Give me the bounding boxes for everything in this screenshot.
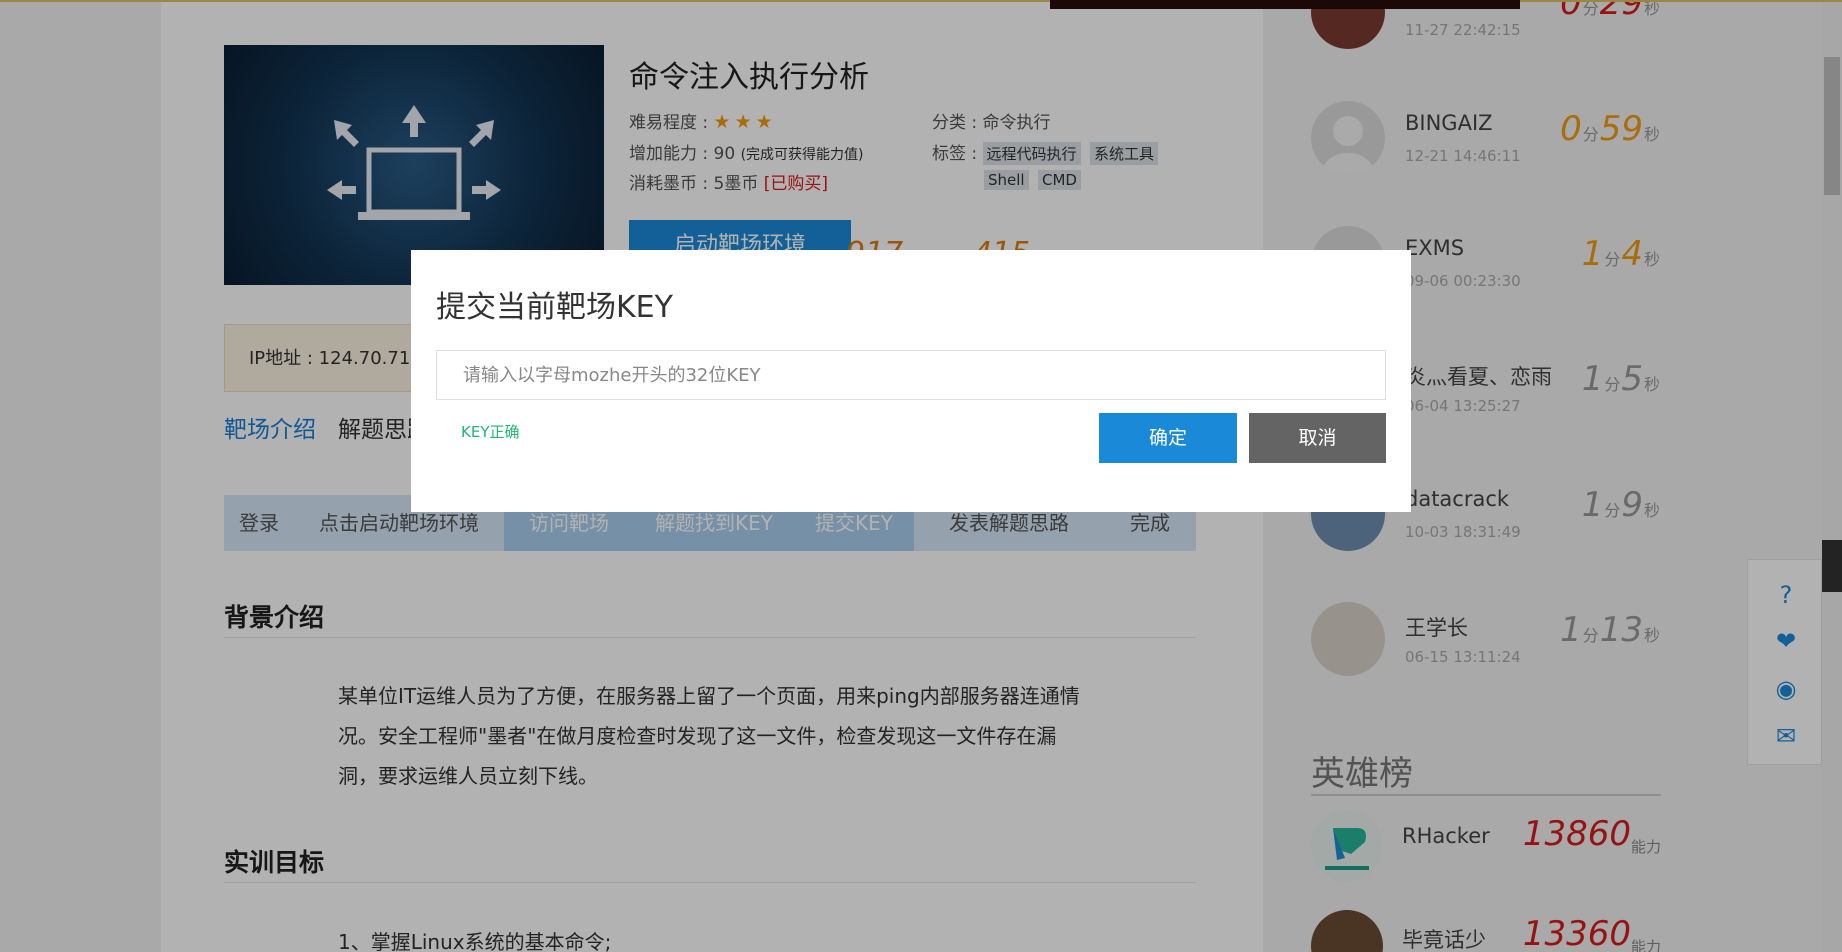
- cancel-button[interactable]: 取消: [1249, 413, 1386, 463]
- confirm-button[interactable]: 确定: [1099, 413, 1237, 463]
- key-input[interactable]: [436, 350, 1386, 400]
- submit-key-dialog: 提交当前靶场KEY KEY正确 确定 取消: [411, 250, 1411, 512]
- dialog-title: 提交当前靶场KEY: [436, 290, 673, 325]
- key-status-message: KEY正确: [461, 423, 520, 441]
